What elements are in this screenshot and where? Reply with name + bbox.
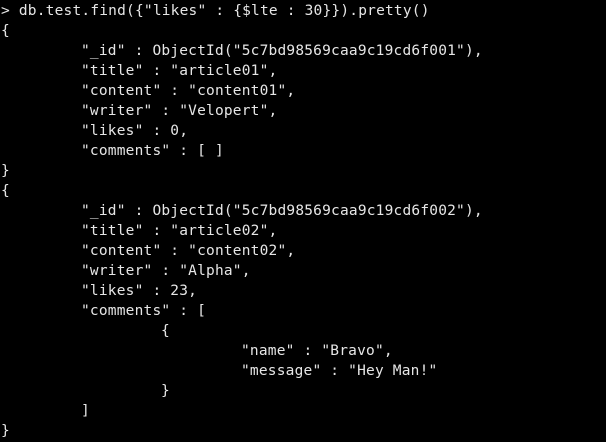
doc2-writer-line: "writer" : "Alpha", [81, 263, 251, 279]
doc2-comments-open-line: "comments" : [ [81, 303, 207, 319]
doc2-id-line: "_id" : ObjectId("5c7bd98569caa9c19cd6f0… [81, 203, 483, 219]
doc2-comment-open-brace: { [161, 323, 170, 339]
doc1-open-brace: { [1, 23, 10, 39]
doc2-comments-close-line: ] [81, 403, 90, 419]
doc1-id-line: "_id" : ObjectId("5c7bd98569caa9c19cd6f0… [81, 43, 483, 59]
doc2-comment-name-line: "name" : "Bravo", [241, 343, 393, 359]
command-text: db.test.find({"likes" : {$lte : 30}}).pr… [18, 3, 430, 19]
doc2-comment-message-line: "message" : "Hey Man!" [241, 363, 438, 379]
doc1-comments-line: "comments" : [ ] [81, 143, 224, 159]
doc1-likes-line: "likes" : 0, [81, 123, 189, 139]
doc2-title-line: "title" : "article02", [81, 223, 278, 239]
doc2-likes-line: "likes" : 23, [81, 283, 198, 299]
prompt-symbol: > [1, 3, 10, 19]
doc2-close-brace: } [1, 423, 10, 439]
doc1-content-line: "content" : "content01", [81, 83, 296, 99]
doc2-content-line: "content" : "content02", [81, 243, 296, 259]
doc1-close-brace: } [1, 163, 10, 179]
terminal-window[interactable]: > db.test.find({"likes" : {$lte : 30}}).… [0, 0, 606, 442]
doc1-writer-line: "writer" : "Velopert", [81, 103, 278, 119]
doc2-open-brace: { [1, 183, 10, 199]
doc1-title-line: "title" : "article01", [81, 63, 278, 79]
doc2-comment-close-brace: } [161, 383, 170, 399]
command-line: > db.test.find({"likes" : {$lte : 30}}).… [1, 1, 606, 21]
